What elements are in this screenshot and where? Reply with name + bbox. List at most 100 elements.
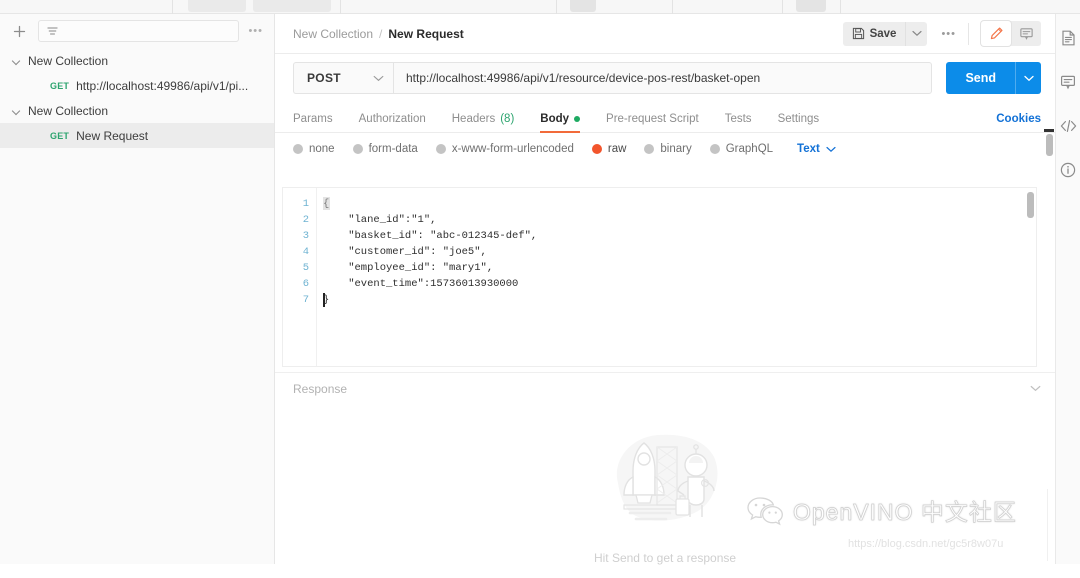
tab-pre-request-script[interactable]: Pre-request Script bbox=[606, 113, 699, 132]
request-tab-bar: Params Authorization Headers (8) Body Pr… bbox=[275, 102, 1055, 133]
tab-label: Body bbox=[540, 113, 570, 125]
collection-label: New Collection bbox=[28, 103, 109, 118]
sidebar-more-menu[interactable]: ••• bbox=[247, 25, 264, 37]
request-more-menu[interactable]: ••• bbox=[941, 28, 956, 40]
chevron-down-icon bbox=[826, 146, 836, 153]
body-type-urlencoded[interactable]: x-www-form-urlencoded bbox=[435, 143, 574, 155]
request-header-actions: Save ••• bbox=[842, 21, 1041, 46]
line-number-gutter: 1 2 3 4 5 6 7 bbox=[283, 188, 317, 366]
body-type-form-data[interactable]: form-data bbox=[352, 143, 418, 155]
response-empty-state: Hit Send to get a response bbox=[275, 404, 1055, 578]
collection-label: New Collection bbox=[28, 53, 109, 68]
radio-icon bbox=[644, 144, 655, 154]
tab-tests[interactable]: Tests bbox=[725, 113, 752, 132]
code-content[interactable]: { "lane_id":"1", "basket_id": "abc-01234… bbox=[323, 196, 1036, 308]
request-label: New Request bbox=[76, 128, 149, 143]
pane-resize-handle[interactable] bbox=[1044, 129, 1054, 132]
tab-headers[interactable]: Headers (8) bbox=[452, 113, 515, 132]
tab-label: Authorization bbox=[358, 113, 426, 125]
ghost-tab bbox=[796, 0, 826, 12]
line-number: 3 bbox=[302, 230, 309, 242]
browser-tab-strip bbox=[0, 0, 1080, 14]
url-input-wrapper[interactable] bbox=[393, 62, 933, 94]
breadcrumb-parent[interactable]: New Collection bbox=[293, 27, 373, 41]
edit-toggle-button[interactable] bbox=[981, 21, 1011, 46]
divider bbox=[968, 22, 969, 45]
url-bar: POST Send bbox=[275, 54, 1055, 102]
tab-strip-divider bbox=[782, 0, 783, 14]
radio-label: x-www-form-urlencoded bbox=[451, 143, 574, 155]
info-icon[interactable] bbox=[1058, 160, 1078, 180]
comment-toggle-button[interactable] bbox=[1011, 21, 1041, 46]
sidebar-collection-1[interactable]: New Collection bbox=[0, 48, 274, 73]
tab-params[interactable]: Params bbox=[293, 113, 333, 132]
radio-icon-selected bbox=[591, 144, 602, 154]
tab-settings[interactable]: Settings bbox=[778, 113, 820, 132]
line-number: 2 bbox=[302, 214, 309, 226]
http-method-select[interactable]: POST bbox=[293, 62, 393, 94]
body-type-binary[interactable]: binary bbox=[644, 143, 692, 155]
filter-icon bbox=[46, 25, 59, 38]
tab-label: Headers bbox=[451, 113, 496, 125]
right-sidebar bbox=[1055, 14, 1080, 564]
save-button[interactable]: Save bbox=[843, 22, 906, 46]
view-toggle-group bbox=[981, 21, 1041, 46]
breadcrumb-current: New Request bbox=[388, 26, 464, 41]
url-input[interactable] bbox=[406, 71, 920, 85]
method-badge: GET bbox=[50, 80, 70, 91]
editor-scrollbar-thumb[interactable] bbox=[1027, 192, 1034, 218]
code-icon[interactable] bbox=[1058, 116, 1078, 136]
request-label: http://localhost:49986/api/v1/pi... bbox=[76, 78, 249, 93]
body-type-graphql[interactable]: GraphQL bbox=[709, 143, 774, 155]
tab-label: Tests bbox=[724, 113, 752, 125]
chevron-down-icon bbox=[12, 106, 22, 116]
radio-icon bbox=[435, 144, 446, 154]
radio-label: GraphQL bbox=[725, 143, 774, 155]
response-header-bar: Response bbox=[275, 372, 1055, 404]
ghost-tab bbox=[253, 0, 331, 12]
editor-scrollbar-thumb-lower[interactable] bbox=[1046, 134, 1053, 156]
body-format-select[interactable]: Text bbox=[797, 143, 836, 155]
body-type-raw[interactable]: raw bbox=[591, 143, 627, 155]
sidebar-request-2[interactable]: GET New Request bbox=[0, 123, 274, 148]
line-number: 7 bbox=[302, 294, 309, 306]
filter-input-wrapper[interactable] bbox=[38, 20, 240, 42]
chevron-down-icon bbox=[1023, 75, 1034, 81]
tab-body[interactable]: Body bbox=[540, 113, 581, 133]
documentation-icon[interactable] bbox=[1058, 28, 1078, 48]
body-has-content-dot bbox=[574, 116, 581, 122]
editor-scrollbar[interactable] bbox=[1027, 190, 1034, 366]
cookies-link[interactable]: Cookies bbox=[996, 113, 1041, 132]
response-collapse-caret[interactable] bbox=[1030, 385, 1041, 392]
send-button[interactable]: Send bbox=[946, 62, 1015, 94]
line-number: 4 bbox=[302, 246, 309, 258]
radio-label: none bbox=[309, 143, 335, 155]
comment-icon bbox=[1019, 26, 1034, 41]
ghost-tab bbox=[188, 0, 246, 12]
chevron-down-icon bbox=[373, 75, 384, 82]
response-empty-message: Hit Send to get a response bbox=[593, 551, 737, 565]
comments-icon[interactable] bbox=[1058, 72, 1078, 92]
save-options-caret[interactable] bbox=[905, 21, 927, 46]
radio-label: form-data bbox=[368, 143, 418, 155]
chevron-down-icon bbox=[12, 56, 22, 66]
add-new-button[interactable] bbox=[8, 20, 30, 42]
sidebar-collection-2[interactable]: New Collection bbox=[0, 98, 274, 123]
sidebar-request-1[interactable]: GET http://localhost:49986/api/v1/pi... bbox=[0, 73, 274, 98]
chevron-down-icon bbox=[1030, 385, 1041, 392]
tab-label: Params bbox=[293, 113, 333, 125]
filter-input[interactable] bbox=[64, 25, 232, 37]
line-number: 6 bbox=[302, 278, 309, 290]
body-format-label: Text bbox=[797, 143, 820, 155]
tab-label: Pre-request Script bbox=[606, 113, 699, 125]
body-type-none[interactable]: none bbox=[293, 143, 335, 155]
body-editor[interactable]: 1 2 3 4 5 6 7 { "lane_id":"1", "basket_i… bbox=[282, 187, 1037, 367]
radio-label: raw bbox=[607, 143, 627, 155]
breadcrumb-separator: / bbox=[379, 26, 383, 41]
code-text-area[interactable]: { "lane_id":"1", "basket_id": "abc-01234… bbox=[317, 188, 1036, 366]
sidebar: ••• New Collection GET http://localhost:… bbox=[0, 14, 275, 564]
tab-authorization[interactable]: Authorization bbox=[359, 113, 426, 132]
tab-strip-divider bbox=[172, 0, 173, 14]
headers-count: (8) bbox=[500, 113, 515, 125]
send-options-caret[interactable] bbox=[1015, 62, 1041, 94]
